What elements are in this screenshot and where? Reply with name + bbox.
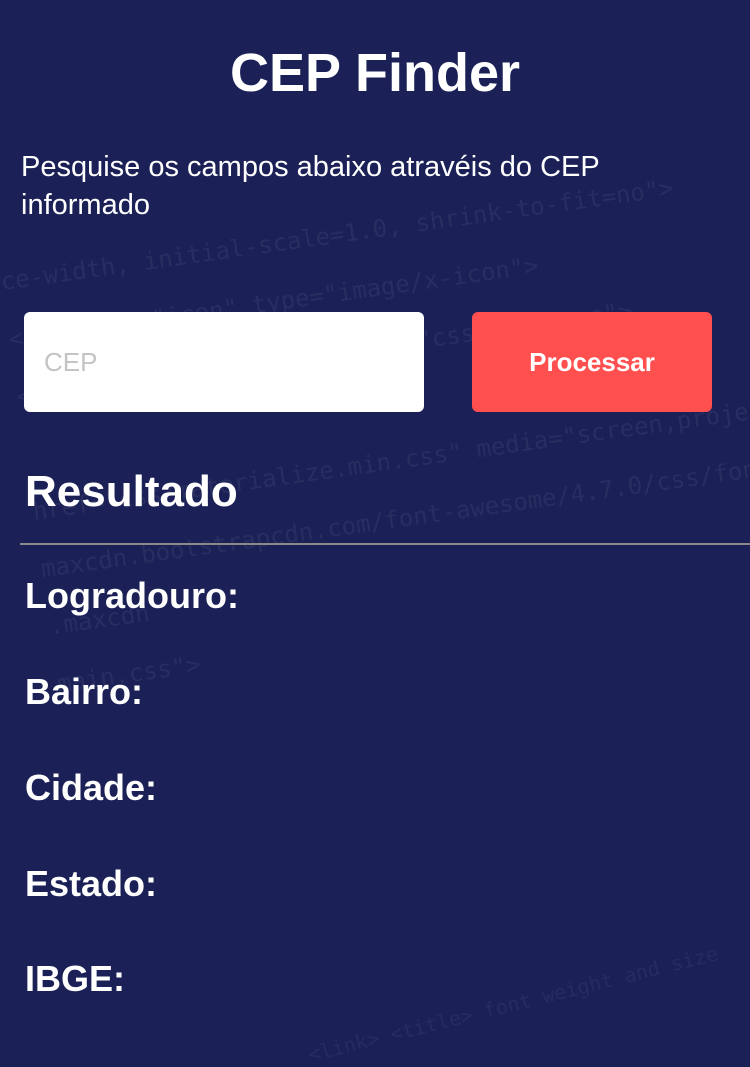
field-label-bairro: Bairro: <box>25 671 144 712</box>
field-label-logradouro: Logradouro: <box>25 575 239 616</box>
app-title: CEP Finder <box>229 43 521 103</box>
background-code-texture-bottom: <link> <title> font weight and size <box>300 941 721 1067</box>
cep-input[interactable] <box>24 312 424 412</box>
page-subtitle: Pesquise os campos abaixo atravéis do CE… <box>21 151 600 221</box>
field-label-cidade: Cidade: <box>25 767 158 808</box>
process-button[interactable]: Processar <box>472 312 712 412</box>
field-label-estado: Estado: <box>25 863 158 904</box>
field-label-ibge: IBGE: <box>25 958 126 999</box>
result-divider <box>20 543 750 545</box>
result-heading: Resultado <box>25 467 238 516</box>
